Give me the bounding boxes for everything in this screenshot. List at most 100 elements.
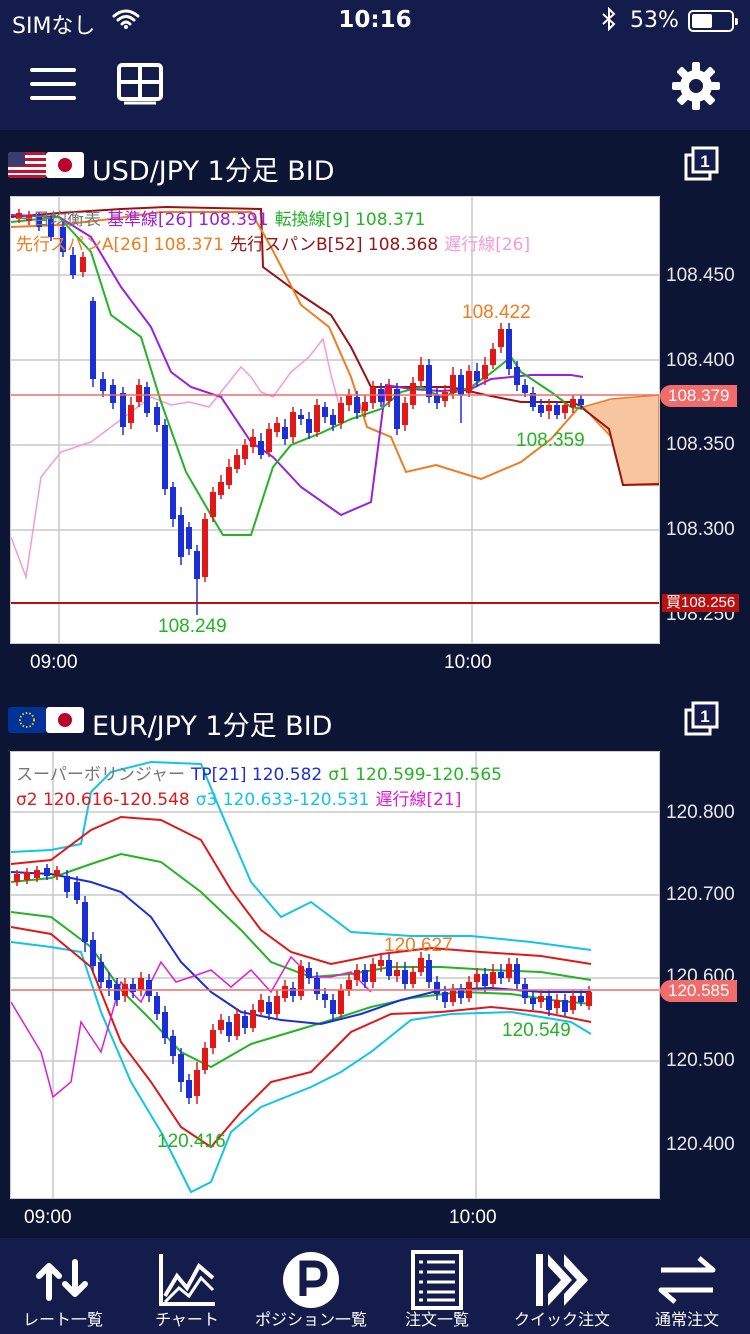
quick-order-icon [536, 1254, 588, 1306]
eurjpy-candle [418, 958, 424, 972]
usdjpy-candle [144, 387, 150, 413]
eurjpy-candle [90, 940, 96, 966]
order-list-icon [411, 1250, 463, 1310]
usdjpy-ichimoku-cloud [581, 394, 660, 486]
eurjpy-candle [74, 882, 80, 900]
eurjpy-candle [44, 868, 50, 876]
eurjpy-high-label: 120.627 [384, 935, 453, 956]
usdjpy-candle [498, 329, 504, 347]
usdjpy-y-tick: 108.350 [666, 434, 735, 455]
usdjpy-candle [282, 427, 288, 439]
usdjpy-candle [562, 405, 568, 413]
usdjpy-chart-area[interactable] [10, 196, 660, 644]
eurjpy-last-label: 120.549 [502, 1020, 571, 1041]
usdjpy-candle [474, 371, 480, 381]
usdjpy-high-label: 108.422 [462, 302, 531, 323]
eurjpy-legend-item: σ3 120.633-120.531 [195, 790, 370, 810]
expand-chart-1-icon[interactable]: 1 [684, 146, 720, 182]
gear-icon[interactable] [670, 60, 722, 112]
tab-positions[interactable]: ポジション一覧 [248, 1238, 374, 1334]
eurjpy-candle [346, 980, 352, 990]
usdjpy-candle [554, 405, 560, 415]
tab-rate-list[interactable]: レート一覧 [0, 1238, 126, 1334]
eurjpy-candle [106, 980, 112, 988]
eurjpy-candle [98, 962, 104, 982]
usdjpy-candle [538, 405, 544, 413]
usdjpy-candle [128, 405, 134, 423]
usdjpy-candle [290, 412, 296, 437]
eurjpy-candle [64, 876, 70, 892]
usdjpy-legend-item: 転換線[9] 108.371 [274, 210, 426, 230]
usdjpy-candle [322, 407, 328, 417]
eurjpy-candle [338, 990, 344, 1014]
eurjpy-candle [186, 1080, 192, 1098]
tab-chart[interactable]: チャート [124, 1238, 250, 1334]
eurjpy-candle [450, 990, 456, 1002]
eurjpy-low-label: 120.416 [157, 1131, 226, 1152]
eurjpy-candle [14, 874, 20, 882]
eurjpy-candle [538, 996, 544, 1002]
tab-quick-order[interactable]: クイック注文 [499, 1238, 625, 1334]
eurjpy-candle [474, 974, 480, 982]
eurjpy-candle [274, 996, 280, 1014]
tab-label: 注文一覧 [404, 1310, 469, 1329]
usdjpy-candle [80, 257, 86, 272]
eurjpy-chart-area[interactable] [10, 751, 660, 1199]
eurjpy-candle [402, 970, 408, 984]
eurjpy-candle [506, 964, 512, 978]
expand-chart-2-icon[interactable]: 1 [684, 701, 720, 737]
eurjpy-candle [434, 982, 440, 994]
exchange-icon [658, 1256, 716, 1304]
eurjpy-candle [226, 1022, 232, 1036]
eurjpy-x-tick: 09:00 [24, 1207, 72, 1228]
bluetooth-icon [602, 7, 616, 31]
usdjpy-candle [418, 365, 424, 381]
eurjpy-candle [162, 1012, 168, 1038]
usdjpy-candle [386, 387, 392, 401]
eurjpy-candle [178, 1054, 184, 1082]
menu-button[interactable] [30, 64, 76, 104]
eurjpy-candle [554, 1000, 560, 1008]
tab-normal-order[interactable]: 通常注文 [624, 1238, 750, 1334]
eurjpy-candle [250, 1010, 256, 1028]
eurjpy-candle [306, 968, 312, 978]
usdjpy-candle [314, 405, 320, 432]
eurjpy-y-tick: 120.800 [666, 802, 735, 823]
up-down-arrows-icon [36, 1259, 88, 1301]
eurjpy-chart-canvas [10, 752, 659, 1198]
eurjpy-candle [154, 996, 160, 1014]
usdjpy-candle [178, 515, 184, 557]
jp-flag-icon [46, 152, 84, 178]
usdjpy-candle [346, 395, 352, 405]
usdjpy-candle [110, 385, 116, 403]
usdjpy-candle [120, 393, 126, 427]
usdjpy-y-tick: 108.450 [666, 265, 735, 286]
usdjpy-candle [354, 397, 360, 413]
eurjpy-legend-item: σ1 120.599-120.565 [328, 765, 502, 785]
eurjpy-y-tick: 120.400 [666, 1134, 735, 1155]
battery-percent: 53% [630, 8, 679, 33]
tab-orders[interactable]: 注文一覧 [374, 1238, 500, 1334]
eurjpy-candle [354, 970, 360, 980]
eurjpy-candle [114, 984, 120, 1000]
tab-label: クイック注文 [513, 1310, 610, 1329]
usdjpy-candle [154, 407, 160, 425]
eurjpy-sigma2-upper [10, 815, 592, 966]
eurjpy-candle [82, 902, 88, 942]
usdjpy-candle [242, 445, 248, 459]
eurjpy-candle [458, 990, 464, 998]
usdjpy-candle [210, 492, 216, 517]
eurjpy-candle [442, 992, 448, 1002]
usdjpy-candle [306, 419, 312, 433]
layout-grid-icon[interactable] [116, 62, 164, 106]
usdjpy-candle [514, 367, 520, 385]
usdjpy-buy-price: 買108.256 [662, 594, 740, 612]
eurjpy-candle [210, 1030, 216, 1048]
battery-fill [692, 14, 713, 28]
eurjpy-title: EUR/JPY 1分足 BID [92, 711, 333, 742]
eurjpy-y-tick: 120.500 [666, 1050, 735, 1071]
usdjpy-candle [226, 467, 232, 485]
usdjpy-low-label: 108.249 [158, 616, 227, 637]
eurjpy-legend-item: σ2 120.616-120.548 [16, 790, 190, 810]
usdjpy-legend-item: 先行スパンA[26] 108.371 [16, 235, 225, 255]
